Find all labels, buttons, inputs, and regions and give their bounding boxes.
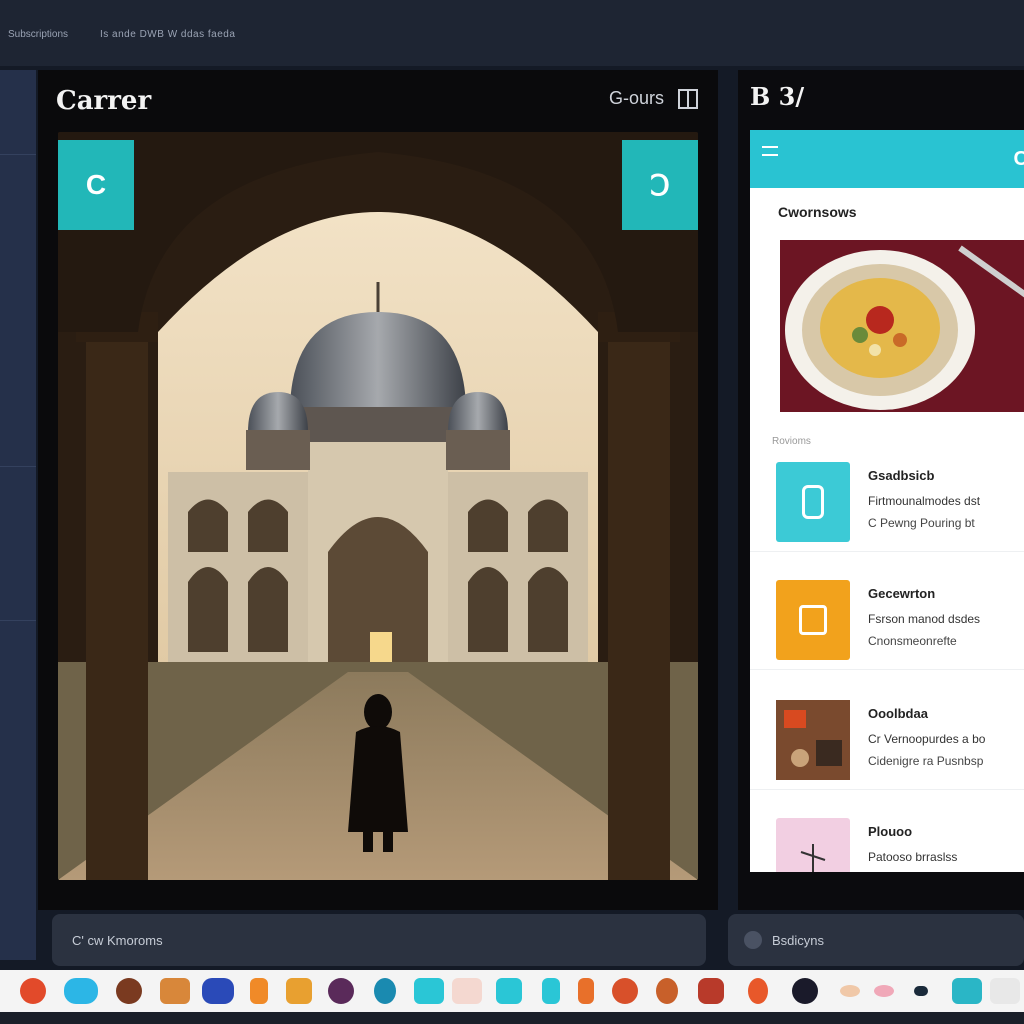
app-icon[interactable] — [160, 978, 190, 1004]
photo-icon — [776, 700, 850, 780]
food-photo — [780, 240, 1024, 412]
next-image-button[interactable]: Ↄ — [622, 140, 698, 230]
list-item-line: C Pewng Pouring bt — [868, 516, 975, 530]
list-item[interactable]: Gecewrton Fsrson manod dsdes Cnonsmeonre… — [750, 566, 1024, 670]
app-icon[interactable] — [374, 978, 396, 1004]
mobile-section-title: Cwornsows — [778, 204, 857, 220]
top-bar-breadcrumb: Is ande DWB W ddas faeda — [100, 29, 236, 40]
list-item-line: Patooso brraslss — [868, 850, 958, 864]
square-icon — [776, 580, 850, 660]
mosque-photo-image — [58, 132, 698, 880]
caption-input[interactable]: C' cw Kmoroms — [52, 914, 706, 966]
next-icon: Ↄ — [650, 169, 670, 201]
app-icon[interactable] — [328, 978, 354, 1004]
list-item[interactable]: Ooolbdaa Cr Vernoopurdes a bo Cidenigre … — [750, 686, 1024, 790]
list-item-line: Cidenigre ra Pusnbsp — [868, 754, 984, 768]
previous-image-button[interactable]: C — [58, 140, 134, 230]
preview-panel: B 3/ C Cwornsows Rovioms Gsadbsicb Firtm… — [738, 70, 1024, 910]
photo-thumbnail — [776, 700, 850, 780]
app-icon[interactable] — [286, 978, 312, 1004]
app-icon[interactable] — [414, 978, 444, 1004]
app-icon[interactable] — [578, 978, 594, 1004]
list-item-line: Cnonsmeonrefte — [868, 634, 957, 648]
app-icon[interactable] — [698, 978, 724, 1004]
viewer-toolbar: G-ours — [609, 88, 698, 109]
app-icon[interactable] — [874, 985, 894, 997]
app-icon[interactable] — [20, 978, 46, 1004]
viewer-tool-label[interactable]: G-ours — [609, 88, 664, 109]
app-icon[interactable] — [496, 978, 522, 1004]
list-item-title: Gsadbsicb — [868, 468, 935, 483]
app-icon[interactable] — [656, 978, 678, 1004]
sketch-figure — [800, 844, 826, 872]
app-icon[interactable] — [542, 978, 560, 1004]
app-icon[interactable] — [990, 978, 1020, 1004]
list-item-line: Fsrson manod dsdes — [868, 612, 981, 626]
search-input[interactable]: Bsdicyns — [728, 914, 1024, 966]
app-icon[interactable] — [116, 978, 142, 1004]
list-item-line: Firtmounalmodes dst — [868, 494, 981, 508]
caption-input-text: C' cw Kmoroms — [72, 932, 163, 948]
mobile-header: C — [750, 130, 1024, 188]
mobile-preview: C Cwornsows Rovioms Gsadbsicb Firtmounal… — [750, 130, 1024, 872]
app-icon[interactable] — [914, 986, 928, 996]
mosque-photo — [58, 132, 698, 880]
food-photo-image — [780, 240, 1024, 412]
preview-panel-title: B 3/ — [750, 82, 805, 111]
previous-icon: C — [85, 169, 107, 200]
layout-icon[interactable] — [678, 88, 698, 109]
top-bar-tab[interactable]: Subscriptions — [8, 29, 68, 40]
app-icon[interactable] — [612, 978, 638, 1004]
list-item[interactable]: Gsadbsicb Firtmounalmodes dst C Pewng Po… — [750, 448, 1024, 552]
app-icon[interactable] — [452, 978, 482, 1004]
image-viewer: Carrer G-ours C Ↄ — [38, 70, 718, 910]
search-icon — [744, 931, 762, 949]
viewer-title: Carrer — [56, 86, 152, 116]
list-item-title: Ooolbdaa — [868, 706, 928, 721]
list-item-line: Cr Vernoopurdes a bo — [868, 732, 986, 746]
top-bar: Subscriptions Is ande DWB W ddas faeda — [0, 0, 1024, 66]
app-icon[interactable] — [202, 978, 234, 1004]
app-icon[interactable] — [250, 978, 268, 1004]
reviews-label: Rovioms — [772, 436, 811, 447]
app-icon[interactable] — [748, 978, 768, 1004]
sidebar-divider — [0, 466, 36, 467]
sketch-icon — [776, 818, 850, 872]
search-input-text: Bsdicyns — [772, 932, 825, 948]
app-icon[interactable] — [840, 985, 860, 997]
sidebar-divider — [0, 620, 36, 621]
bottom-strip — [0, 1012, 1024, 1024]
left-sidebar — [0, 70, 36, 960]
app-icon[interactable] — [952, 978, 982, 1004]
hamburger-menu-icon[interactable] — [762, 146, 778, 156]
phone-icon — [776, 462, 850, 542]
list-item[interactable]: Plouoo Patooso brraslss — [750, 804, 1024, 872]
list-item-title: Gecewrton — [868, 586, 936, 601]
list-item-title: Plouoo — [868, 824, 913, 839]
app-icon[interactable] — [792, 978, 818, 1004]
sidebar-divider — [0, 154, 36, 155]
app-icon[interactable] — [64, 978, 98, 1004]
header-letter: C — [1013, 148, 1024, 170]
taskbar-dock — [0, 970, 1024, 1012]
